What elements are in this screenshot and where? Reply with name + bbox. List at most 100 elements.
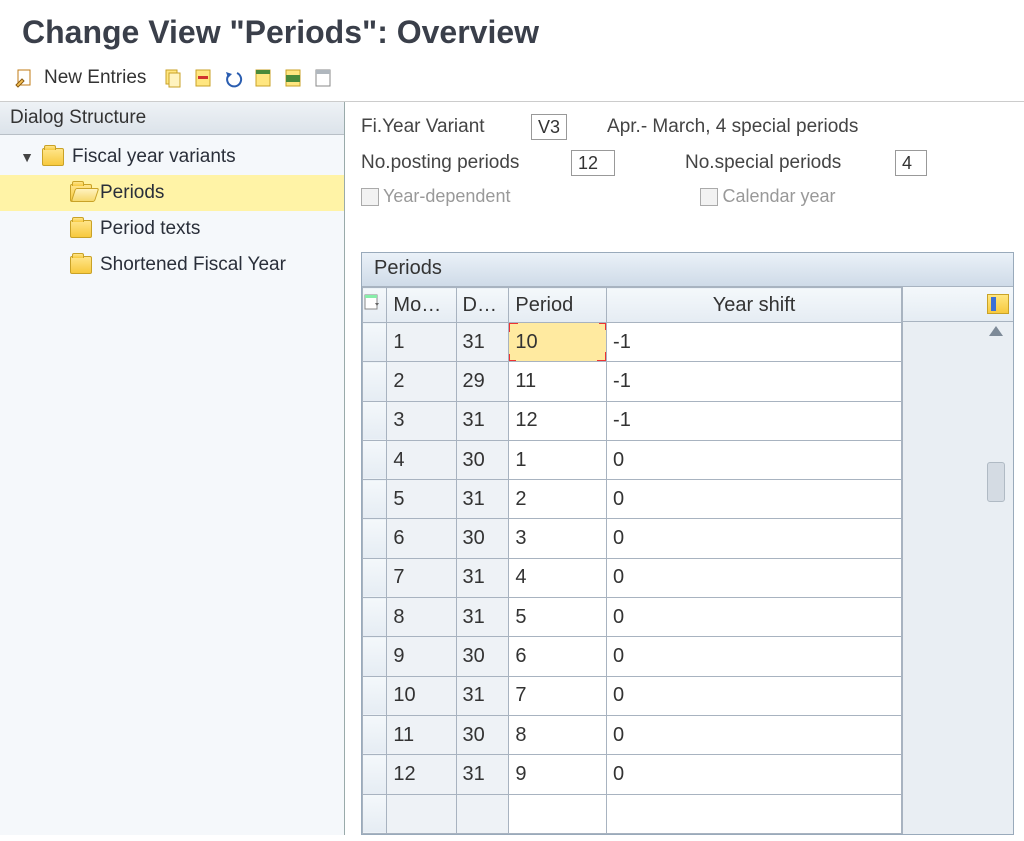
cell-year-shift[interactable]: -1 (607, 362, 902, 401)
copy-icon[interactable] (162, 67, 184, 89)
vertical-scrollbar[interactable] (903, 322, 1013, 834)
cell-month[interactable]: 6 (387, 519, 456, 558)
row-selector[interactable] (363, 676, 387, 715)
cell-month[interactable]: 8 (387, 598, 456, 637)
cell-year-shift[interactable]: -1 (607, 323, 902, 362)
tree-node-periods[interactable]: Periods (0, 175, 344, 211)
row-selector[interactable] (363, 794, 387, 833)
cell-period[interactable]: 5 (509, 598, 607, 637)
edit-doc-icon[interactable] (14, 67, 36, 89)
cell-day[interactable]: 31 (456, 323, 509, 362)
cell-day[interactable]: 31 (456, 755, 509, 794)
table-row[interactable]: 123190 (363, 755, 902, 794)
table-row[interactable]: 13110-1 (363, 323, 902, 362)
cell-year-shift[interactable] (607, 794, 902, 833)
cell-year-shift[interactable]: 0 (607, 519, 902, 558)
row-selector[interactable] (363, 558, 387, 597)
select-block-icon[interactable] (282, 67, 304, 89)
table-row[interactable]: 93060 (363, 637, 902, 676)
table-row[interactable]: 63030 (363, 519, 902, 558)
row-selector[interactable] (363, 401, 387, 440)
cell-day[interactable]: 30 (456, 440, 509, 479)
row-selector[interactable] (363, 715, 387, 754)
tree-node-shortened-fiscal-year[interactable]: Shortened Fiscal Year (0, 247, 344, 283)
new-entries-button[interactable]: New Entries (44, 67, 146, 89)
row-selector[interactable] (363, 480, 387, 519)
cell-year-shift[interactable]: 0 (607, 715, 902, 754)
cell-month[interactable]: 1 (387, 323, 456, 362)
table-row[interactable]: 83150 (363, 598, 902, 637)
table-row[interactable] (363, 794, 902, 833)
table-row[interactable]: 53120 (363, 480, 902, 519)
row-selector[interactable] (363, 637, 387, 676)
delete-row-icon[interactable] (192, 67, 214, 89)
cell-period[interactable]: 2 (509, 480, 607, 519)
cell-day[interactable]: 31 (456, 558, 509, 597)
cell-month[interactable]: 9 (387, 637, 456, 676)
tree-node-period-texts[interactable]: Period texts (0, 211, 344, 247)
cell-day[interactable]: 31 (456, 480, 509, 519)
cell-day[interactable]: 31 (456, 401, 509, 440)
cell-period[interactable] (509, 794, 607, 833)
periods-table[interactable]: Mo… D… Period Year shift 13110-122911-13… (362, 287, 902, 834)
table-row[interactable]: 73140 (363, 558, 902, 597)
cell-period[interactable]: 9 (509, 755, 607, 794)
cell-year-shift[interactable]: 0 (607, 755, 902, 794)
cell-year-shift[interactable]: 0 (607, 676, 902, 715)
field-special-periods[interactable]: 4 (895, 150, 927, 176)
cell-period[interactable]: 10 (509, 323, 607, 362)
cell-period[interactable]: 7 (509, 676, 607, 715)
cell-year-shift[interactable]: 0 (607, 637, 902, 676)
cell-day[interactable] (456, 794, 509, 833)
field-variant[interactable]: V3 (531, 114, 567, 140)
cell-day[interactable]: 30 (456, 637, 509, 676)
cell-month[interactable]: 10 (387, 676, 456, 715)
tree-node-fiscal-year-variants[interactable]: ▼ Fiscal year variants (0, 139, 344, 175)
cell-period[interactable]: 6 (509, 637, 607, 676)
cell-period[interactable]: 8 (509, 715, 607, 754)
scroll-thumb[interactable] (987, 462, 1005, 502)
row-selector[interactable] (363, 598, 387, 637)
col-day[interactable]: D… (456, 288, 509, 323)
table-settings-icon[interactable] (987, 294, 1009, 314)
deselect-all-icon[interactable] (312, 67, 334, 89)
table-row[interactable]: 22911-1 (363, 362, 902, 401)
col-period[interactable]: Period (509, 288, 607, 323)
cell-year-shift[interactable]: -1 (607, 401, 902, 440)
cell-year-shift[interactable]: 0 (607, 598, 902, 637)
cell-period[interactable]: 11 (509, 362, 607, 401)
cell-period[interactable]: 1 (509, 440, 607, 479)
table-row[interactable]: 33112-1 (363, 401, 902, 440)
cell-period[interactable]: 3 (509, 519, 607, 558)
table-row[interactable]: 113080 (363, 715, 902, 754)
select-all-icon[interactable] (252, 67, 274, 89)
cell-year-shift[interactable]: 0 (607, 480, 902, 519)
cell-period[interactable]: 12 (509, 401, 607, 440)
cell-month[interactable]: 4 (387, 440, 456, 479)
collapse-icon[interactable]: ▼ (20, 149, 34, 165)
cell-month[interactable]: 11 (387, 715, 456, 754)
undo-icon[interactable] (222, 67, 244, 89)
row-selector-header[interactable] (363, 288, 387, 323)
cell-month[interactable]: 3 (387, 401, 456, 440)
col-year-shift[interactable]: Year shift (607, 288, 902, 323)
cell-month[interactable]: 12 (387, 755, 456, 794)
cell-month[interactable]: 2 (387, 362, 456, 401)
cell-day[interactable]: 29 (456, 362, 509, 401)
row-selector[interactable] (363, 440, 387, 479)
cell-day[interactable]: 31 (456, 598, 509, 637)
row-selector[interactable] (363, 362, 387, 401)
cell-month[interactable]: 7 (387, 558, 456, 597)
table-row[interactable]: 43010 (363, 440, 902, 479)
cell-month[interactable] (387, 794, 456, 833)
row-selector[interactable] (363, 323, 387, 362)
field-posting-periods[interactable]: 12 (571, 150, 615, 176)
col-month[interactable]: Mo… (387, 288, 456, 323)
cell-month[interactable]: 5 (387, 480, 456, 519)
row-selector[interactable] (363, 519, 387, 558)
row-selector[interactable] (363, 755, 387, 794)
cell-period[interactable]: 4 (509, 558, 607, 597)
cell-day[interactable]: 30 (456, 715, 509, 754)
table-row[interactable]: 103170 (363, 676, 902, 715)
cell-year-shift[interactable]: 0 (607, 558, 902, 597)
